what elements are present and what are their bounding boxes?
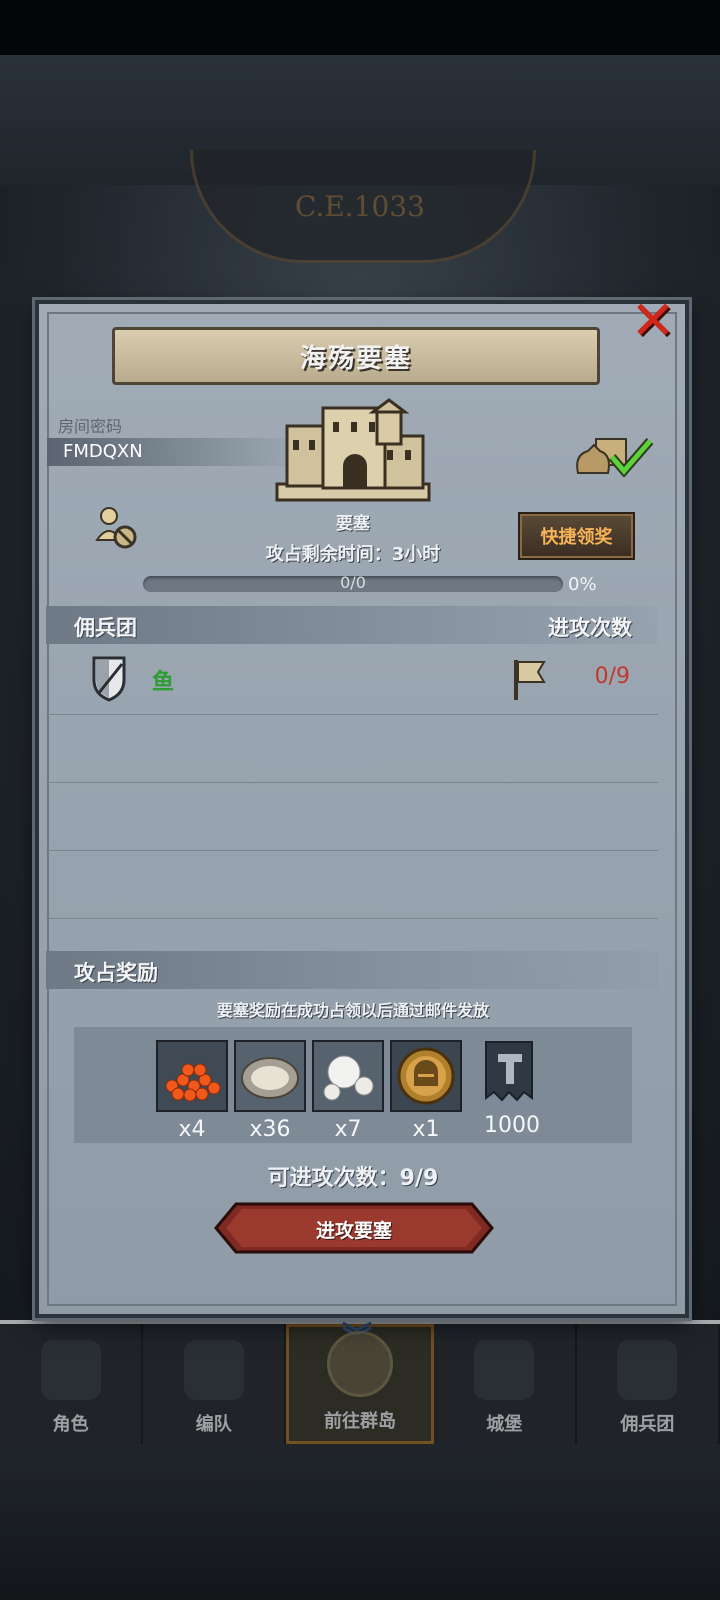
empty-row-divider [46,782,658,783]
flag-icon [514,660,546,700]
mercenary-section-header: 佣兵团 进攻次数 [46,606,658,644]
close-icon: ✕ [630,289,676,352]
reward-item[interactable]: x1 [390,1040,462,1142]
reward-section-title: 攻占奖励 [74,961,158,985]
reward-qty: x7 [334,1117,362,1142]
mercenary-section-title: 佣兵团 [74,616,137,640]
reward-section-header: 攻占奖励 [46,951,658,989]
fish-roe-icon [156,1040,228,1112]
guild-banner-icon [476,1040,544,1108]
reward-note: 要塞奖励在成功占领以后通过邮件发放 [216,1001,489,1020]
shield-sword-icon [92,656,126,702]
reward-qty: x36 [249,1117,291,1142]
reward-qty: x1 [412,1117,440,1142]
reward-qty: 1000 [484,1113,540,1138]
close-button[interactable]: ✕ [628,294,678,348]
attack-count-header: 进攻次数 [548,616,632,640]
reward-list: x4 x36 x7 x1 1000 [74,1027,632,1143]
attack-fortress-button[interactable]: 进攻要塞 [214,1202,494,1254]
room-code-label: 房间密码 [58,417,123,436]
reward-qty: x4 [178,1117,206,1142]
empty-row-divider [46,850,658,851]
available-attacks: 可进攻次数：9/9 [267,1166,439,1191]
mercenary-row[interactable]: 鱼 0/9 [46,646,658,715]
capture-progress-bar: 0/0 [143,573,563,592]
progress-percent: 0% [568,574,597,595]
loot-bag-icon[interactable] [572,433,654,477]
knight-helmet-coin-icon [390,1040,462,1112]
attack-count: 0/9 [594,664,630,689]
room-code-value[interactable]: FMDQXN [47,438,303,466]
progress-text: 0/0 [340,573,366,592]
mercenary-name: 鱼 [152,670,175,695]
pearl-icon [312,1040,384,1112]
empty-row-divider [46,918,658,919]
title-banner: 海殇要塞 [112,327,600,385]
reward-item[interactable]: x36 [234,1040,306,1142]
time-remaining: 攻占剩余时间：3小时 [265,544,441,565]
reward-item[interactable]: 1000 [476,1040,548,1138]
attack-button-label: 进攻要塞 [315,1220,392,1242]
reward-item[interactable]: x4 [156,1040,228,1142]
reward-item[interactable]: x7 [312,1040,384,1142]
oyster-icon [234,1040,306,1112]
dialog-title: 海殇要塞 [299,343,412,374]
fortress-icon [275,398,431,502]
